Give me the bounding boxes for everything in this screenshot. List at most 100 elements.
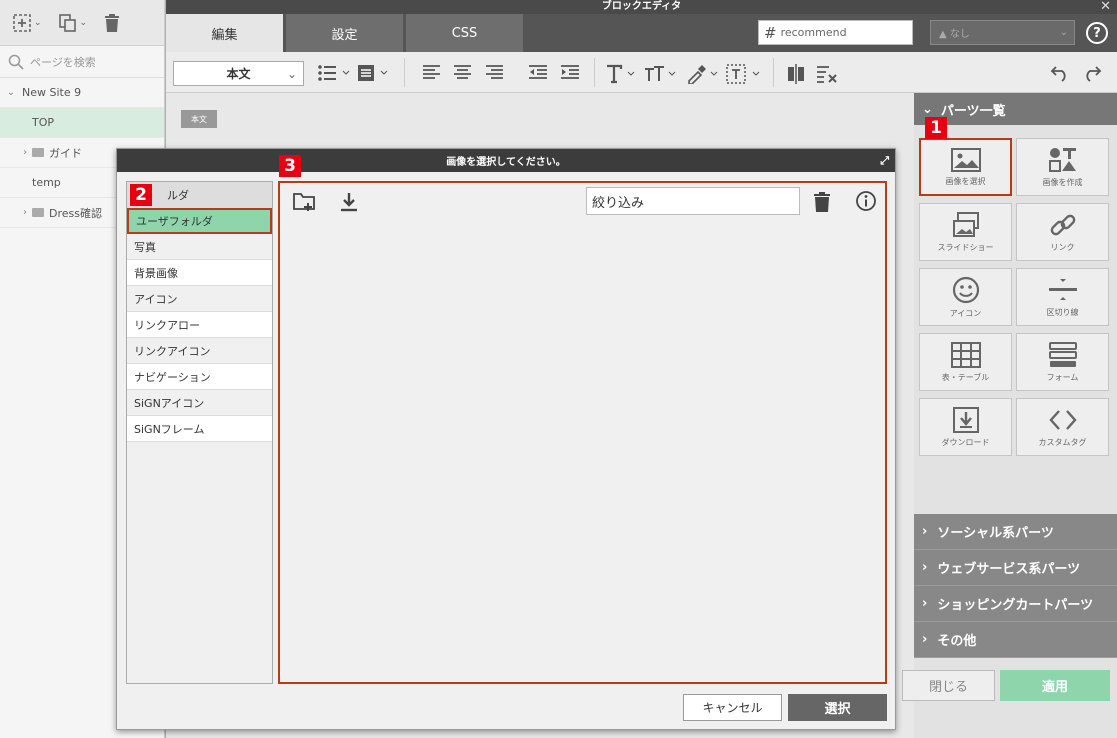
tab-css[interactable]: CSS: [406, 14, 524, 52]
indent-icon[interactable]: [560, 64, 580, 82]
select-button[interactable]: 選択: [788, 694, 887, 721]
align-center-icon[interactable]: [453, 64, 473, 82]
apply-button[interactable]: 適用: [1000, 670, 1110, 701]
part-table[interactable]: 表・テーブル: [919, 333, 1012, 391]
text-style-icon[interactable]: [644, 64, 678, 84]
parts-panel: ⌄ パーツ一覧 画像を選択 画像を作成 スライドショー リンク アイコン 区切り…: [902, 93, 1117, 738]
accordion-social[interactable]: › ソーシャル系パーツ: [914, 514, 1117, 550]
accordion-label: その他: [937, 634, 977, 649]
part-custom-tag[interactable]: カスタムタグ: [1016, 398, 1109, 456]
dialog-title: 画像を選択してください。: [446, 157, 566, 168]
part-download[interactable]: ダウンロード: [919, 398, 1012, 456]
folder-background[interactable]: 背景画像: [127, 260, 272, 286]
folder-header-label: ルダ: [167, 188, 189, 202]
add-page-icon: [13, 13, 31, 32]
chevron-right-icon: ›: [922, 632, 928, 647]
align-left-icon[interactable]: [422, 64, 442, 82]
part-form[interactable]: フォーム: [1016, 333, 1109, 391]
eyedropper-icon[interactable]: [686, 64, 720, 84]
clear-format-icon[interactable]: [816, 64, 838, 84]
copy-page-button[interactable]: ⌄: [58, 13, 88, 33]
chevron-down-icon: ⌄: [286, 66, 297, 81]
undo-icon[interactable]: [1050, 64, 1070, 82]
block-format-icon[interactable]: [357, 64, 391, 82]
cancel-button[interactable]: キャンセル: [683, 694, 782, 721]
folder-label: リンクアロー: [134, 318, 200, 332]
accordion-shopping-cart[interactable]: › ショッピングカートパーツ: [914, 586, 1117, 622]
close-icon[interactable]: ✕: [1100, 0, 1111, 13]
add-page-button[interactable]: ⌄: [12, 13, 42, 33]
trash-icon: [105, 13, 120, 32]
accordion-label: ウェブサービス系パーツ: [937, 562, 1081, 577]
new-folder-icon[interactable]: [292, 191, 316, 213]
tree-item-top[interactable]: TOP: [0, 108, 164, 138]
font-size-icon[interactable]: [606, 64, 636, 84]
smiley-icon: [952, 276, 979, 303]
style-select-value: 本文: [226, 67, 251, 81]
folder-link-icon[interactable]: リンクアイコン: [127, 338, 272, 364]
dialog-title-bar: 画像を選択してください。 ⤢: [117, 149, 895, 172]
paragraph-style-select[interactable]: 本文 ⌄: [173, 61, 304, 86]
tab-edit[interactable]: 編集: [166, 14, 284, 52]
accordion-web-services[interactable]: › ウェブサービス系パーツ: [914, 550, 1117, 586]
accordion-other[interactable]: › その他: [914, 622, 1117, 658]
part-divider[interactable]: 区切り線: [1016, 268, 1109, 326]
split-block-icon[interactable]: [786, 64, 806, 84]
part-select-image[interactable]: 画像を選択: [919, 138, 1012, 196]
accordion-label: ソーシャル系パーツ: [937, 526, 1054, 541]
bullet-list-icon[interactable]: [317, 64, 351, 82]
part-slideshow[interactable]: スライドショー: [919, 203, 1012, 261]
filter-value: 絞り込み: [592, 195, 645, 211]
part-label: 画像を作成: [1042, 177, 1083, 187]
trash-icon[interactable]: [812, 191, 832, 213]
folder-icon: [32, 208, 44, 217]
chevron-down-icon: ⌄: [79, 17, 88, 28]
text-block-label[interactable]: 本文: [181, 110, 217, 128]
folder-label: 背景画像: [134, 266, 178, 280]
download-icon[interactable]: [338, 191, 360, 213]
folder-photo[interactable]: 写真: [127, 234, 272, 260]
tag-value: recommend: [780, 26, 847, 39]
folder-user[interactable]: ユーザフォルダ: [127, 208, 272, 234]
tree-item-label: New Site 9: [22, 86, 82, 99]
download-icon: [952, 406, 979, 433]
code-icon: [1048, 409, 1077, 430]
divider-icon: [1048, 278, 1077, 300]
delete-page-button[interactable]: [103, 13, 121, 33]
chevron-down-icon: ⌄: [922, 101, 933, 117]
tree-item-label: TOP: [32, 116, 55, 129]
folder-link-arrow[interactable]: リンクアロー: [127, 312, 272, 338]
folder-sign-frame[interactable]: SiGNフレーム: [127, 416, 272, 442]
part-icon[interactable]: アイコン: [919, 268, 1012, 326]
part-create-image[interactable]: 画像を作成: [1016, 138, 1109, 196]
folder-label: SiGNアイコン: [134, 396, 205, 410]
text-box-icon[interactable]: [726, 64, 762, 84]
outdent-icon[interactable]: [528, 64, 548, 82]
slideshow-icon: [952, 211, 979, 237]
redo-icon[interactable]: [1082, 64, 1102, 82]
chevron-right-icon: ›: [922, 524, 928, 539]
folder-icons[interactable]: アイコン: [127, 286, 272, 312]
part-label: 画像を選択: [945, 176, 986, 186]
info-icon[interactable]: [855, 190, 877, 212]
folder-navigation[interactable]: ナビゲーション: [127, 364, 272, 390]
align-right-icon[interactable]: [485, 64, 505, 82]
tag-input[interactable]: # recommend: [758, 20, 913, 45]
chevron-down-icon: ⌄: [1059, 27, 1068, 38]
filter-input[interactable]: 絞り込み: [586, 187, 800, 215]
file-area[interactable]: 絞り込み: [278, 181, 887, 684]
part-link[interactable]: リンク: [1016, 203, 1109, 261]
help-icon: ?: [1093, 25, 1101, 41]
tree-item-site[interactable]: ⌄ New Site 9: [0, 78, 164, 108]
copy-icon: [58, 13, 76, 32]
folder-sign-icon[interactable]: SiGNアイコン: [127, 390, 272, 416]
template-select[interactable]: ▲ なし ⌄: [930, 20, 1075, 45]
page-search-input[interactable]: ページを検索: [0, 46, 164, 78]
close-button[interactable]: 閉じる: [902, 670, 995, 701]
select-value-text: なし: [949, 29, 970, 40]
image-icon: [950, 147, 981, 172]
help-button[interactable]: ?: [1086, 22, 1108, 44]
part-label: リンク: [1050, 242, 1075, 252]
tab-settings[interactable]: 設定: [286, 14, 404, 52]
expand-icon[interactable]: ⤢: [880, 154, 889, 168]
